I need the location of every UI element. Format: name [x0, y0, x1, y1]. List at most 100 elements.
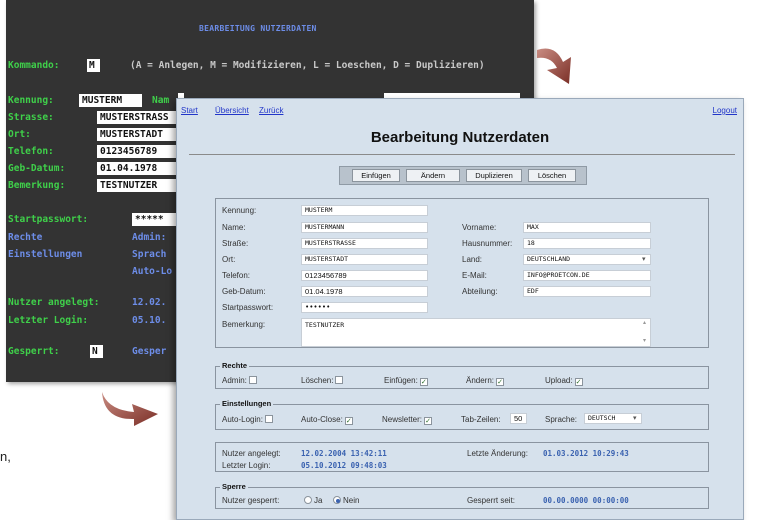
tabzeilen-input[interactable]: 50: [510, 413, 527, 424]
terminal-kommando-hint: (A = Anlegen, M = Modifizieren, L = Loes…: [130, 60, 485, 71]
gesperrt-ja-option[interactable]: Ja: [304, 496, 322, 505]
bemerkung-textarea[interactable]: TESTNUTZER: [301, 318, 651, 347]
angelegt-label: Nutzer angelegt:: [222, 449, 281, 458]
name-label: Name:: [222, 223, 246, 232]
terminal-gesperrt-input[interactable]: N: [90, 345, 103, 358]
hausnummer-label: Hausnummer:: [462, 239, 513, 248]
transition-arrow-top-icon: [537, 48, 571, 84]
admin-option: Admin:: [222, 376, 257, 385]
angelegt-value: 12.02.2004 13:42:11: [301, 449, 387, 458]
telefon-input[interactable]: 0123456789: [301, 270, 428, 281]
scroll-up-icon[interactable]: ▴: [643, 319, 646, 326]
sprache-label: Sprache:: [545, 415, 578, 424]
strasse-input[interactable]: MUSTERSTRASSE: [301, 238, 428, 249]
upload-checkbox[interactable]: ✓: [574, 378, 583, 386]
terminal-kennung-label: Kennung:: [8, 95, 54, 106]
sperre-legend: Sperre: [220, 482, 248, 491]
loeschen-label: Löschen:: [301, 376, 334, 385]
terminal-telefon-input[interactable]: 0123456789: [97, 145, 177, 158]
autologin-label: Auto-Login:: [222, 415, 263, 424]
gesperrt-seit-label: Gesperrt seit:: [467, 496, 516, 505]
terminal-admin-label: Admin:: [132, 232, 167, 243]
letzter-login-value: 05.10.2012 09:48:03: [301, 461, 387, 470]
loeschen-button[interactable]: Löschen: [528, 169, 576, 182]
newsletter-label: Newsletter:: [382, 415, 423, 424]
admin-label: Admin:: [222, 376, 247, 385]
ort-input[interactable]: MUSTERSTADT: [301, 254, 428, 265]
title-divider: [189, 154, 735, 155]
terminal-kommando-input[interactable]: M: [87, 59, 100, 72]
newsletter-checkbox[interactable]: ✓: [424, 417, 433, 425]
terminal-kennung-input[interactable]: MUSTERM: [79, 94, 142, 107]
duplizieren-button[interactable]: Duplizieren: [466, 169, 522, 182]
aendern-button[interactable]: Ändern: [406, 169, 460, 182]
einfuegen-checkbox[interactable]: ✓: [419, 378, 428, 386]
loeschen-checkbox[interactable]: [335, 376, 344, 384]
newsletter-option: Newsletter: ✓: [382, 415, 433, 425]
admin-checkbox[interactable]: [248, 376, 257, 384]
upload-option: Upload: ✓: [545, 376, 583, 386]
terminal-gesperrt-seit-label: Gesper: [132, 346, 167, 357]
action-toolbar: Einfügen Ändern Duplizieren Löschen: [339, 166, 587, 185]
zurueck-link[interactable]: Zurück: [259, 106, 283, 115]
gesperrt-ja-radio[interactable]: [304, 496, 312, 504]
kennung-input[interactable]: MUSTERM: [301, 205, 428, 216]
terminal-gebdatum-label: Geb-Datum:: [8, 163, 66, 174]
rechte-group: Rechte Admin: Löschen: Einfügen: ✓ Ändern…: [215, 361, 709, 389]
einfuegen-button[interactable]: Einfügen: [352, 169, 400, 182]
startpasswort-label: Startpasswort:: [222, 303, 274, 312]
terminal-einstellungen-label: Einstellungen: [8, 249, 83, 260]
gesperrt-nein-radio[interactable]: [333, 496, 341, 504]
startpasswort-input[interactable]: ••••••: [301, 302, 428, 313]
bemerkung-label: Bemerkung:: [222, 320, 266, 329]
logout-link[interactable]: Logout: [713, 106, 737, 115]
rechte-legend: Rechte: [220, 361, 250, 370]
terminal-strasse-input[interactable]: MUSTERSTRASS: [97, 111, 177, 124]
terminal-name-label: Nam: [152, 95, 170, 106]
abteilung-label: Abteilung:: [462, 287, 498, 296]
gebdatum-input[interactable]: 01.04.1978: [301, 286, 428, 297]
cropped-text-fragment: n,: [0, 449, 11, 464]
terminal-bemerkung-input[interactable]: TESTNUTZER: [97, 179, 177, 192]
terminal-login-value: 05.10.: [132, 315, 167, 326]
sprache-chevron-down-icon: ▾: [633, 415, 637, 422]
abteilung-input[interactable]: EDF: [523, 286, 651, 297]
terminal-autologin-label: Auto-Lo: [132, 266, 173, 277]
gebdatum-label: Geb-Datum:: [222, 287, 266, 296]
terminal-strasse-label: Strasse:: [8, 112, 54, 123]
letzter-login-label: Letzter Login:: [222, 461, 271, 470]
letzte-aenderung-label: Letzte Änderung:: [467, 449, 528, 458]
terminal-angelegt-label: Nutzer angelegt:: [8, 297, 100, 308]
page-title: Bearbeitung Nutzerdaten: [370, 129, 550, 146]
terminal-gebdatum-input[interactable]: 01.04.1978: [97, 162, 177, 175]
terminal-kommando-label: Kommando:: [8, 60, 60, 71]
terminal-startpasswort-input[interactable]: *****: [132, 213, 177, 226]
scroll-down-icon[interactable]: ▾: [643, 337, 646, 344]
sperre-group: Sperre Nutzer gesperrt: Ja Nein Gesperrt…: [215, 482, 709, 509]
autoclose-checkbox[interactable]: ✓: [344, 417, 353, 425]
einfuegen-option: Einfügen: ✓: [384, 376, 428, 386]
aendern-checkbox[interactable]: ✓: [496, 378, 505, 386]
gesperrt-nein-label: Nein: [343, 496, 360, 505]
terminal-angelegt-value: 12.02.: [132, 297, 167, 308]
uebersicht-link[interactable]: Übersicht: [215, 106, 249, 115]
gesperrt-seit-value: 00.00.0000 00:00:00: [543, 496, 629, 505]
telefon-label: Telefon:: [222, 271, 251, 280]
hausnummer-input[interactable]: 18: [523, 238, 651, 249]
terminal-telefon-label: Telefon:: [8, 146, 54, 157]
terminal-title: BEARBEITUNG NUTZERDATEN: [199, 24, 317, 33]
autologin-option: Auto-Login:: [222, 415, 273, 424]
land-select[interactable]: DEUTSCHLAND: [523, 254, 651, 265]
autologin-checkbox[interactable]: [264, 415, 273, 423]
vorname-input[interactable]: MAX: [523, 222, 651, 233]
gesperrt-nein-option[interactable]: Nein: [333, 496, 359, 505]
gesperrt-ja-label: Ja: [314, 496, 323, 505]
autoclose-option: Auto-Close: ✓: [301, 415, 353, 425]
start-link[interactable]: Start: [181, 106, 198, 115]
terminal-ort-input[interactable]: MUSTERSTADT: [97, 128, 177, 141]
loeschen-option: Löschen:: [301, 376, 344, 385]
terminal-rechte-label: Rechte: [8, 232, 43, 243]
email-input[interactable]: INFO@PROETCON.DE: [523, 270, 651, 281]
terminal-login-label: Letzter Login:: [8, 315, 89, 326]
name-input[interactable]: MUSTERMANN: [301, 222, 428, 233]
